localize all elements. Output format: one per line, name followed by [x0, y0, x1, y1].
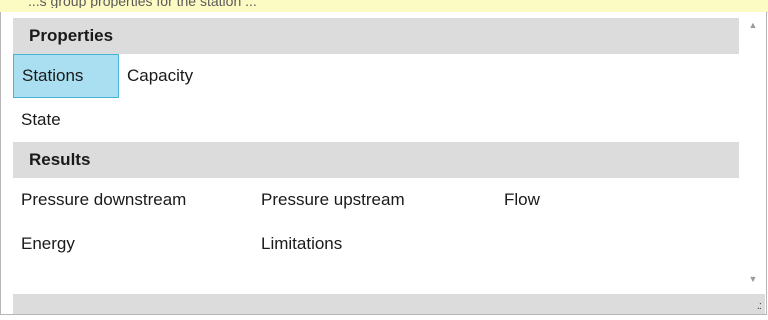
properties-row: State: [13, 98, 739, 142]
scroll-down-icon[interactable]: ▼: [740, 274, 766, 284]
properties-row: Stations Capacity: [13, 54, 739, 98]
scroll-up-icon[interactable]: ▲: [740, 20, 766, 30]
horizontal-scrollbar[interactable]: .:: [13, 294, 765, 314]
result-item-flow[interactable]: Flow: [496, 178, 540, 222]
result-item-energy[interactable]: Energy: [13, 222, 75, 266]
property-item-stations[interactable]: Stations: [13, 54, 119, 98]
property-item-state[interactable]: State: [13, 98, 61, 142]
results-row: Pressure downstream Pressure upstream Fl…: [13, 178, 739, 222]
vertical-scrollbar[interactable]: ▲ ▼: [740, 12, 766, 297]
resize-grip-icon[interactable]: .:: [757, 300, 762, 312]
property-panel: Properties Stations Capacity State Resul…: [0, 12, 767, 315]
panel-content: Properties Stations Capacity State Resul…: [13, 18, 739, 266]
results-row: Energy Limitations: [13, 222, 739, 266]
results-group-header: Results: [13, 142, 739, 178]
property-item-capacity[interactable]: Capacity: [119, 54, 193, 98]
result-item-pressure-upstream[interactable]: Pressure upstream: [253, 178, 405, 222]
result-item-pressure-downstream[interactable]: Pressure downstream: [13, 178, 186, 222]
properties-group-header: Properties: [13, 18, 739, 54]
top-strip-text: ...s group properties for the station ..…: [28, 0, 257, 8]
result-item-limitations[interactable]: Limitations: [253, 222, 342, 266]
